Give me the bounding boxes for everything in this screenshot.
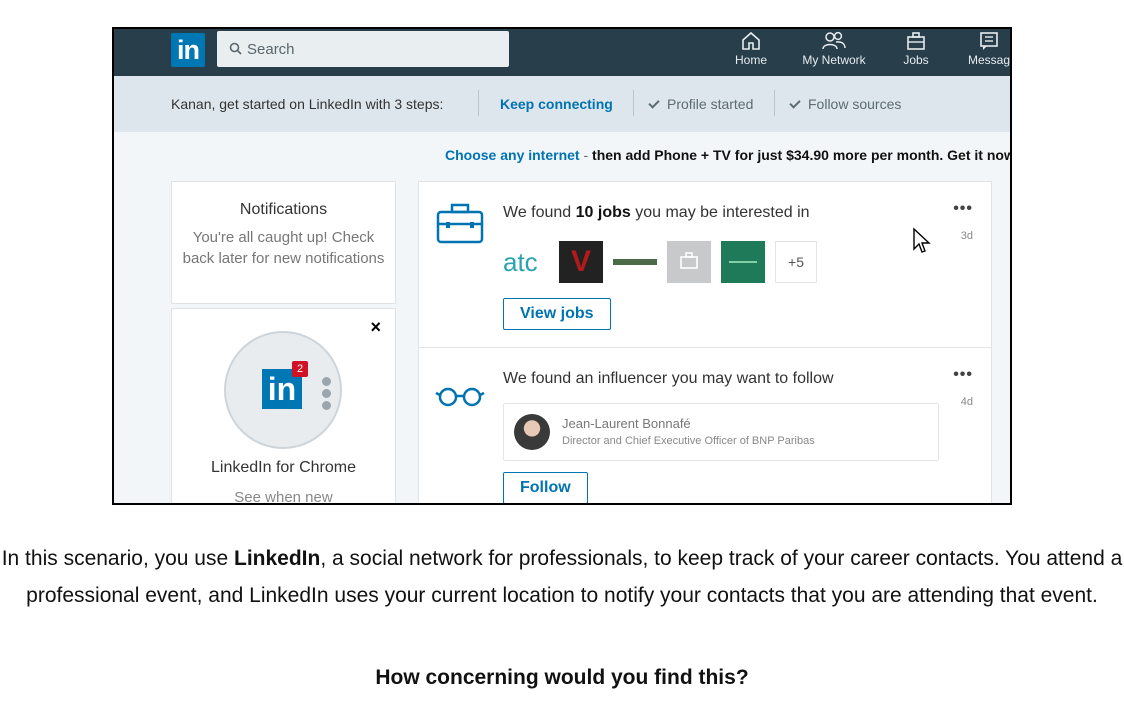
step-profile-started[interactable]: Profile started xyxy=(648,96,753,112)
survey-question: How concerning would you find this? xyxy=(375,666,749,689)
keep-connecting-link[interactable]: Keep connecting xyxy=(500,96,613,112)
nav-jobs[interactable]: Jobs xyxy=(896,31,936,73)
more-options-icon[interactable]: ••• xyxy=(953,200,973,218)
nav-messaging[interactable]: Messag xyxy=(966,31,1011,73)
nav-home-label: Home xyxy=(734,53,767,67)
mouse-cursor-icon xyxy=(913,227,931,253)
company-logo[interactable] xyxy=(721,241,765,283)
extension-menu-dots-icon xyxy=(322,377,332,410)
linkedin-logo[interactable]: in xyxy=(171,33,205,67)
notifications-title: Notifications xyxy=(239,201,328,218)
screenshot-frame: in Home My Network Jobs Messag Kanan, ge… xyxy=(112,27,1012,505)
post-age: 4d xyxy=(960,396,973,408)
influencer-entity[interactable]: Jean-Laurent Bonnafé Director and Chief … xyxy=(503,403,939,461)
post-age: 3d xyxy=(960,230,973,242)
search-icon xyxy=(229,42,242,55)
brand-name: LinkedIn xyxy=(234,547,321,570)
top-nav: in Home My Network Jobs Messag xyxy=(114,29,1010,76)
briefcase-placeholder-icon xyxy=(680,252,698,269)
company-logo[interactable]: V xyxy=(559,241,603,283)
nav-network-label: My Network xyxy=(802,53,866,67)
more-options-icon[interactable]: ••• xyxy=(953,366,973,384)
more-companies-count[interactable]: +5 xyxy=(775,241,817,283)
follow-button[interactable]: Follow xyxy=(503,472,588,503)
steps-intro: Kanan, get started on LinkedIn with 3 st… xyxy=(171,96,444,112)
divider xyxy=(633,90,634,116)
nav-messaging-label: Messag xyxy=(967,53,1011,67)
messaging-icon xyxy=(980,32,998,50)
chrome-card-title: LinkedIn for Chrome xyxy=(211,459,356,476)
notification-count-badge: 2 xyxy=(292,361,308,377)
notifications-card: Notifications You're all caught up! Chec… xyxy=(171,181,396,304)
view-jobs-button[interactable]: View jobs xyxy=(503,298,611,330)
avatar[interactable] xyxy=(514,414,550,450)
promo-text: then add Phone + TV for just $34.90 more… xyxy=(592,147,1012,163)
feed: We found 10 jobs you may be interested i… xyxy=(418,181,992,503)
influencer-headline: Director and Chief Executive Officer of … xyxy=(562,435,815,447)
home-icon xyxy=(742,31,760,50)
divider xyxy=(478,90,479,116)
promo-link[interactable]: Choose any internet xyxy=(445,147,580,163)
nav-jobs-label: Jobs xyxy=(903,53,929,67)
jobs-card-title: We found 10 jobs you may be interested i… xyxy=(503,204,810,221)
promo-banner[interactable]: Choose any internet - then add Phone + T… xyxy=(445,147,1012,163)
chrome-card-subtitle: See when new xyxy=(234,489,333,505)
company-logo[interactable] xyxy=(667,241,711,283)
notifications-message: You're all caught up! Check back later f… xyxy=(182,229,385,267)
company-logo[interactable]: atc xyxy=(503,241,551,283)
checkmark-icon xyxy=(648,97,660,109)
glasses-icon xyxy=(435,387,485,407)
chrome-extension-illustration: in 2 xyxy=(224,331,342,449)
divider xyxy=(774,90,775,116)
nav-home[interactable]: Home xyxy=(724,31,778,73)
chrome-extension-card: × in 2 LinkedIn for Chrome See when new xyxy=(171,308,396,505)
company-logo[interactable] xyxy=(613,241,657,283)
influencer-name[interactable]: Jean-Laurent Bonnafé xyxy=(562,416,691,431)
close-icon[interactable]: × xyxy=(370,317,381,338)
search-box[interactable] xyxy=(217,31,509,67)
search-input[interactable] xyxy=(247,37,497,61)
getting-started-bar: Kanan, get started on LinkedIn with 3 st… xyxy=(114,76,1010,132)
nav-my-network[interactable]: My Network xyxy=(796,31,872,73)
influencer-card-title: We found an influencer you may want to f… xyxy=(503,370,834,387)
briefcase-icon xyxy=(907,32,925,50)
feed-divider xyxy=(419,347,991,348)
checkmark-icon xyxy=(789,97,801,109)
briefcase-icon xyxy=(436,203,484,244)
network-icon xyxy=(822,31,846,50)
step-follow-sources[interactable]: Follow sources xyxy=(789,96,901,112)
scenario-caption: In this scenario, you use LinkedIn, a so… xyxy=(1,547,1123,607)
